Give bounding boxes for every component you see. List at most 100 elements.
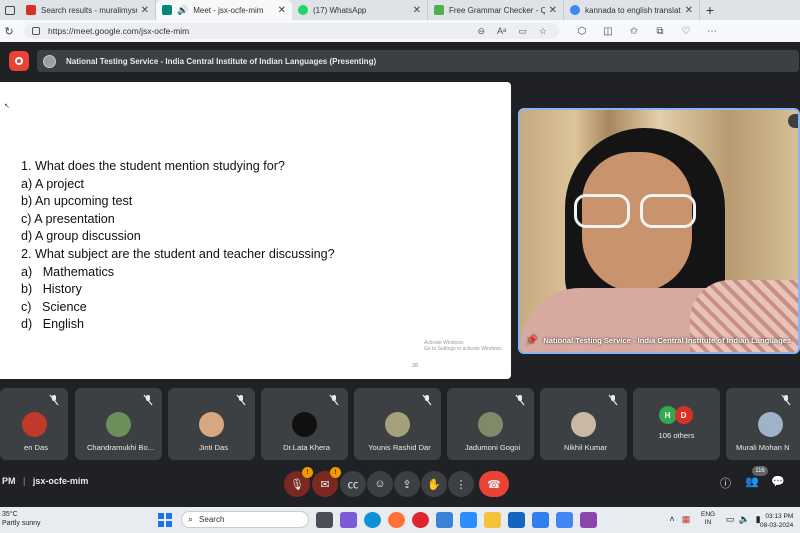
participant-tile[interactable]: en Das xyxy=(0,388,68,460)
chevron-up-icon[interactable]: ˄ xyxy=(665,514,679,524)
raise-hand-button[interactable]: ✋ xyxy=(421,471,447,497)
zoom-app-icon[interactable] xyxy=(340,512,357,528)
edge-icon[interactable] xyxy=(364,512,381,528)
mic-off-icon xyxy=(329,394,339,406)
volume-icon[interactable]: 🔈 xyxy=(737,514,751,525)
tab-quillbot[interactable]: Free Grammar Checker - Quillb ✕ xyxy=(428,0,564,20)
close-tab-icon[interactable]: ✕ xyxy=(549,5,557,16)
photos-icon[interactable] xyxy=(532,512,549,528)
meet-app-icon[interactable] xyxy=(460,512,477,528)
slide-line: d) A group discussion xyxy=(21,229,141,244)
slide-line: c) Science xyxy=(21,299,87,314)
mic-off-icon xyxy=(608,394,618,406)
avatar xyxy=(21,412,47,437)
search-placeholder: Search xyxy=(199,515,225,524)
firefox-icon[interactable] xyxy=(388,512,405,528)
meet-header: National Testing Service - India Central… xyxy=(0,48,800,74)
speaker-audio-icon[interactable]: 🔊 xyxy=(177,5,188,16)
input-language[interactable]: ENG IN xyxy=(701,511,715,527)
avatar: H xyxy=(658,406,677,424)
site-info-icon[interactable] xyxy=(32,27,40,35)
speaker-tile[interactable]: 📌 National Testing Service - India Centr… xyxy=(518,108,800,354)
tab-whatsapp[interactable]: (17) WhatsApp ✕ xyxy=(292,0,428,20)
browser-essentials-icon[interactable]: ♡ xyxy=(673,26,699,37)
whatsapp-favicon-icon xyxy=(298,5,308,15)
extensions-icon[interactable]: ⬡ xyxy=(569,26,595,37)
tab-meet[interactable]: 🔊 Meet - jsx-ocfe-mim ✕ xyxy=(156,0,292,20)
collections-icon[interactable]: ⧉ xyxy=(647,26,673,37)
tab-title: Meet - jsx-ocfe-mim xyxy=(193,5,264,15)
close-tab-icon[interactable]: ✕ xyxy=(141,5,149,16)
chat-icon[interactable]: 💬 xyxy=(771,475,785,488)
others-tile[interactable]: H D 106 others xyxy=(633,388,720,460)
taskbar-search[interactable]: ⌕ Search xyxy=(181,511,309,528)
reactions-button[interactable]: ☺ xyxy=(367,471,393,497)
store-icon[interactable] xyxy=(436,512,453,528)
menu-more-icon[interactable]: ⋯ xyxy=(699,26,725,37)
pin-icon[interactable]: 📌 xyxy=(526,335,537,346)
tile-options-button[interactable] xyxy=(788,114,798,128)
leave-call-button[interactable]: ☎ xyxy=(479,471,509,497)
read-aloud-icon[interactable]: Aᵃ xyxy=(497,26,506,36)
avatar: D xyxy=(674,406,693,424)
url-field[interactable]: https://meet.google.com/jsx-ocfe-mim ⊖ A… xyxy=(24,23,559,39)
windows-taskbar: 35°C Partly sunny ⌕ Search ˄ ▦ ENG IN ▭ … xyxy=(0,507,800,533)
mic-off-icon xyxy=(143,394,153,406)
org-logo-icon xyxy=(43,54,56,68)
windows-start-icon[interactable] xyxy=(158,513,172,527)
weather-widget[interactable]: 35°C Partly sunny xyxy=(2,510,41,528)
app-tray-icon[interactable]: ▦ xyxy=(679,514,693,525)
slide-line: a) Mathematics xyxy=(21,264,115,279)
mail-icon[interactable] xyxy=(508,512,525,528)
participant-tile[interactable]: Jinti Das xyxy=(168,388,255,460)
avatar xyxy=(571,412,596,437)
present-button[interactable]: ⇪ xyxy=(394,471,420,497)
close-tab-icon[interactable]: ✕ xyxy=(413,5,421,16)
microphone-button[interactable]: 🎙 ! xyxy=(284,467,313,497)
tab-translation[interactable]: kannada to english translation ✕ xyxy=(564,0,700,20)
recording-indicator[interactable] xyxy=(9,51,29,71)
google-favicon-icon xyxy=(570,5,580,15)
opera-icon[interactable] xyxy=(412,512,429,528)
quillbot-favicon-icon xyxy=(434,5,444,15)
participant-tile[interactable]: Younis Rashid Dar xyxy=(354,388,441,460)
meeting-code: jsx-ocfe-mim xyxy=(32,476,89,486)
tab-actions-button[interactable] xyxy=(0,0,20,20)
captions-button[interactable]: ㏄ xyxy=(340,471,366,497)
camera-button[interactable]: ✉ ! xyxy=(312,467,341,497)
slide-line: a) A project xyxy=(21,176,85,191)
display-icon[interactable]: ▭ xyxy=(723,514,737,525)
slide-line: d) English xyxy=(21,317,84,332)
slide-line: 2. What subject are the student and teac… xyxy=(21,246,335,261)
hd-icon[interactable]: ▭ xyxy=(518,26,527,37)
favorites-icon[interactable]: ✩ xyxy=(621,26,647,37)
docs-icon[interactable] xyxy=(556,512,573,528)
participant-tile[interactable]: Dr.Lata Khera xyxy=(261,388,348,460)
reload-icon[interactable]: ↻ xyxy=(0,25,18,38)
participant-name: Jadumoni Gogoi xyxy=(464,443,521,452)
slide-page-number: 28 xyxy=(412,363,419,369)
participant-tile[interactable]: Chandramukhi Bo... xyxy=(75,388,162,460)
mic-off-icon xyxy=(515,394,525,406)
mic-warning-badge: ! xyxy=(302,467,313,478)
participant-tile[interactable]: Murali Mohan N xyxy=(726,388,800,460)
close-tab-icon[interactable]: ✕ xyxy=(685,5,693,16)
task-view-icon[interactable] xyxy=(316,512,333,528)
file-explorer-icon[interactable] xyxy=(484,512,501,528)
favorite-star-icon[interactable]: ☆ xyxy=(539,26,547,37)
speaker-glasses xyxy=(568,194,704,230)
more-options-button[interactable]: ⋮ xyxy=(448,471,474,497)
meeting-details-icon[interactable]: ⓘ xyxy=(720,475,731,491)
meet-favicon-icon xyxy=(162,5,172,15)
close-tab-icon[interactable]: ✕ xyxy=(278,5,286,16)
participant-tile[interactable]: Jadumoni Gogoi xyxy=(447,388,534,460)
speaker-name-label: 📌 National Testing Service - India Centr… xyxy=(526,335,791,346)
new-tab-icon[interactable]: + xyxy=(700,2,720,18)
app-icon[interactable] xyxy=(580,512,597,528)
people-icon[interactable]: 👥 xyxy=(745,475,759,488)
taskbar-clock[interactable]: 03:13 PM 08-03-2024 xyxy=(760,512,793,530)
participant-tile[interactable]: Nikhil Kumar xyxy=(540,388,627,460)
split-screen-icon[interactable]: ◫ xyxy=(595,26,621,37)
tab-search-results[interactable]: Search results - muralimysuru@ ✕ xyxy=(20,0,156,20)
zoom-icon[interactable]: ⊖ xyxy=(478,26,486,37)
